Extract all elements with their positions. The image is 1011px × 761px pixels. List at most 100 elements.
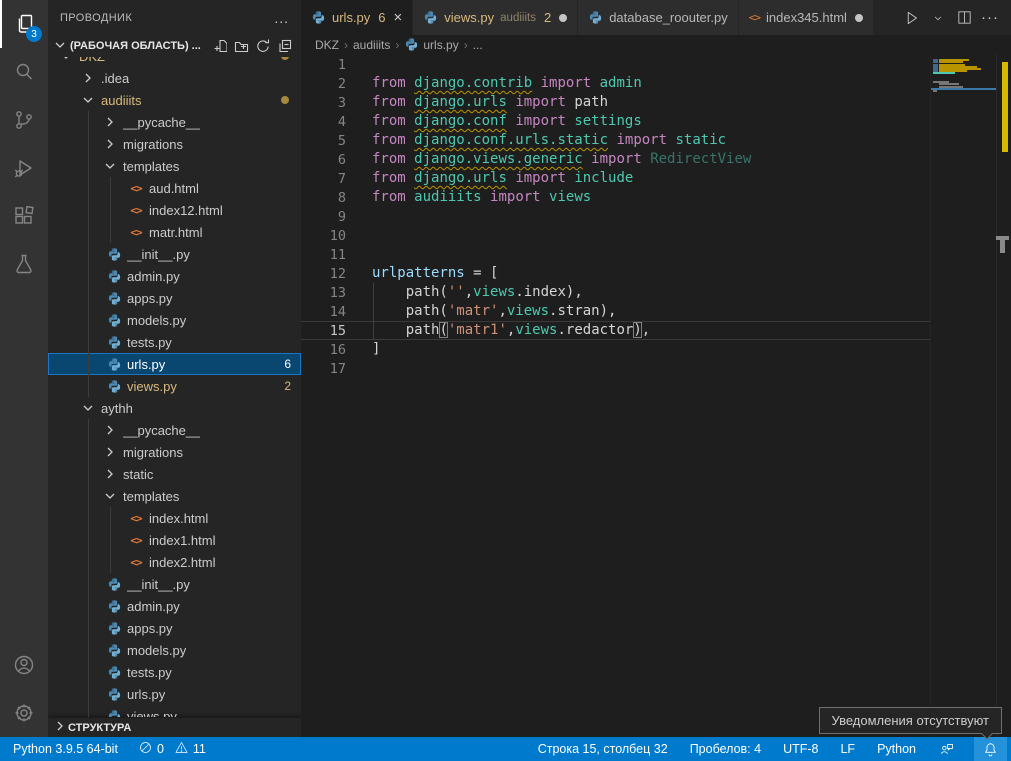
problems-status[interactable]: 011 (135, 737, 209, 761)
run-dropdown-icon[interactable] (925, 5, 951, 31)
activity-testing-icon[interactable] (0, 240, 48, 288)
modified-dot-icon[interactable] (559, 14, 567, 22)
code-line-14[interactable]: 14 path('matr',views.stran), (301, 302, 930, 321)
status-item[interactable]: LF (837, 737, 858, 761)
activity-run-debug-icon[interactable] (0, 144, 48, 192)
code-line-16[interactable]: 16] (301, 340, 930, 359)
tree-item-models-py[interactable]: models.py (48, 309, 301, 331)
activity-source-control-icon[interactable] (0, 96, 48, 144)
tree-item-audiiits[interactable]: audiiits (48, 89, 301, 111)
close-icon[interactable]: × (394, 10, 403, 25)
new-folder-icon[interactable] (231, 36, 251, 56)
activity-settings-icon[interactable] (0, 689, 48, 737)
code-line-9[interactable]: 9 (301, 207, 930, 226)
tree-item-index2-html[interactable]: <>index2.html (48, 551, 301, 573)
tree-item-apps-py[interactable]: apps.py (48, 617, 301, 639)
tree-item-index12-html[interactable]: <>index12.html (48, 199, 301, 221)
bell-icon[interactable] (974, 737, 1007, 761)
tree-item-templates[interactable]: templates (48, 485, 301, 507)
tree-item--init-py[interactable]: __init__.py (48, 243, 301, 265)
tree-item-tests-py[interactable]: tests.py (48, 331, 301, 353)
tree-item-label: views.py (127, 379, 177, 394)
code-editor[interactable]: 12from django.contrib import admin3from … (301, 54, 1011, 737)
code-line-12[interactable]: 12urlpatterns = [ (301, 264, 930, 283)
python-file-icon (106, 686, 122, 702)
code-line-13[interactable]: 13 path('',views.index), (301, 283, 930, 302)
minimap[interactable] (930, 54, 996, 737)
html-file-icon: <> (128, 532, 144, 548)
scrollbar-overview-ruler[interactable] (996, 54, 1011, 737)
code-line-10[interactable]: 10 (301, 226, 930, 245)
breadcrumb-item[interactable]: ... (473, 38, 483, 52)
code-line-4[interactable]: 4from django.conf import settings (301, 112, 930, 131)
outline-section-header[interactable]: СТРУКТУРА (48, 717, 301, 737)
tree-item-migrations[interactable]: migrations (48, 441, 301, 463)
code-line-6[interactable]: 6from django.views.generic import Redire… (301, 150, 930, 169)
activity-account-icon[interactable] (0, 641, 48, 689)
tree-item--idea[interactable]: .idea (48, 67, 301, 89)
code-line-2[interactable]: 2from django.contrib import admin (301, 74, 930, 93)
python-file-icon (106, 642, 122, 658)
code-line-8[interactable]: 8from audiiits import views (301, 188, 930, 207)
code-line-7[interactable]: 7from django.urls import include (301, 169, 930, 188)
activity-explorer-icon[interactable]: 3 (0, 0, 48, 48)
scrollbar-thumb[interactable] (1000, 240, 1005, 253)
tree-item-urls-py[interactable]: urls.py6 (48, 353, 301, 375)
code-line-17[interactable]: 17 (301, 359, 930, 378)
feedback-icon[interactable] (935, 737, 958, 761)
status-item[interactable]: Строка 15, столбец 32 (535, 737, 671, 761)
tab-urls-py[interactable]: urls.py6× (301, 0, 413, 35)
tree-item--pycache-[interactable]: __pycache__ (48, 419, 301, 441)
status-item[interactable]: UTF-8 (780, 737, 821, 761)
outline-label: СТРУКТУРА (68, 722, 131, 734)
split-editor-icon[interactable] (951, 5, 977, 31)
code-line-5[interactable]: 5from django.conf.urls.static import sta… (301, 131, 930, 150)
tree-item-apps-py[interactable]: apps.py (48, 287, 301, 309)
workspace-section-header[interactable]: (РАБОЧАЯ ОБЛАСТЬ) ... (48, 35, 301, 57)
chevron-down-icon (80, 400, 96, 416)
tree-item-aud-html[interactable]: <>aud.html (48, 177, 301, 199)
status-item[interactable]: Python (874, 737, 919, 761)
modified-dot-icon[interactable] (855, 14, 863, 22)
tree-item--pycache-[interactable]: __pycache__ (48, 111, 301, 133)
workspace-label: (РАБОЧАЯ ОБЛАСТЬ) ... (70, 40, 201, 52)
new-file-icon[interactable] (209, 36, 229, 56)
refresh-icon[interactable] (253, 36, 273, 56)
tree-item-admin-py[interactable]: admin.py (48, 265, 301, 287)
tree-item-migrations[interactable]: migrations (48, 133, 301, 155)
tree-item-static[interactable]: static (48, 463, 301, 485)
tree-item-templates[interactable]: templates (48, 155, 301, 177)
tree-item-DKZ[interactable]: DKZ (48, 57, 301, 67)
sidebar-more-actions-icon[interactable]: ... (274, 10, 289, 26)
activity-search-icon[interactable] (0, 48, 48, 96)
breadcrumb-item[interactable]: urls.py (404, 37, 458, 52)
collapse-all-icon[interactable] (275, 36, 295, 56)
tree-item-views-py[interactable]: views.py2 (48, 375, 301, 397)
more-icon[interactable]: ··· (977, 5, 1003, 31)
tab-index345-html[interactable]: <>index345.html (739, 0, 874, 35)
tree-item--init-py[interactable]: __init__.py (48, 573, 301, 595)
status-item[interactable]: Пробелов: 4 (687, 737, 764, 761)
tree-item-models-py[interactable]: models.py (48, 639, 301, 661)
tree-item-views-py[interactable]: views.py (48, 705, 301, 717)
tree-item-aythh[interactable]: aythh (48, 397, 301, 419)
tab-description: audiiits (500, 12, 536, 24)
tree-item-index1-html[interactable]: <>index1.html (48, 529, 301, 551)
tree-item-urls-py[interactable]: urls.py (48, 683, 301, 705)
tab-views-py[interactable]: views.pyaudiiits2 (413, 0, 578, 35)
tree-item-matr-html[interactable]: <>matr.html (48, 221, 301, 243)
tree-item-index-html[interactable]: <>index.html (48, 507, 301, 529)
activity-bar: 3 (0, 0, 48, 737)
breadcrumb-item[interactable]: DKZ (315, 38, 339, 52)
code-line-3[interactable]: 3from django.urls import path (301, 93, 930, 112)
code-line-11[interactable]: 11 (301, 245, 930, 264)
breadcrumb-item[interactable]: audiiits (353, 38, 390, 52)
run-icon[interactable] (899, 5, 925, 31)
code-line-1[interactable]: 1 (301, 55, 930, 74)
tree-item-tests-py[interactable]: tests.py (48, 661, 301, 683)
tree-item-admin-py[interactable]: admin.py (48, 595, 301, 617)
code-line-15[interactable]: 15 path('matr1',views.redactor), (301, 321, 930, 340)
python-interpreter-status[interactable]: Python 3.9.5 64-bit (10, 737, 121, 761)
tab-database-roouter-py[interactable]: database_roouter.py (578, 0, 739, 35)
activity-extensions-icon[interactable] (0, 192, 48, 240)
